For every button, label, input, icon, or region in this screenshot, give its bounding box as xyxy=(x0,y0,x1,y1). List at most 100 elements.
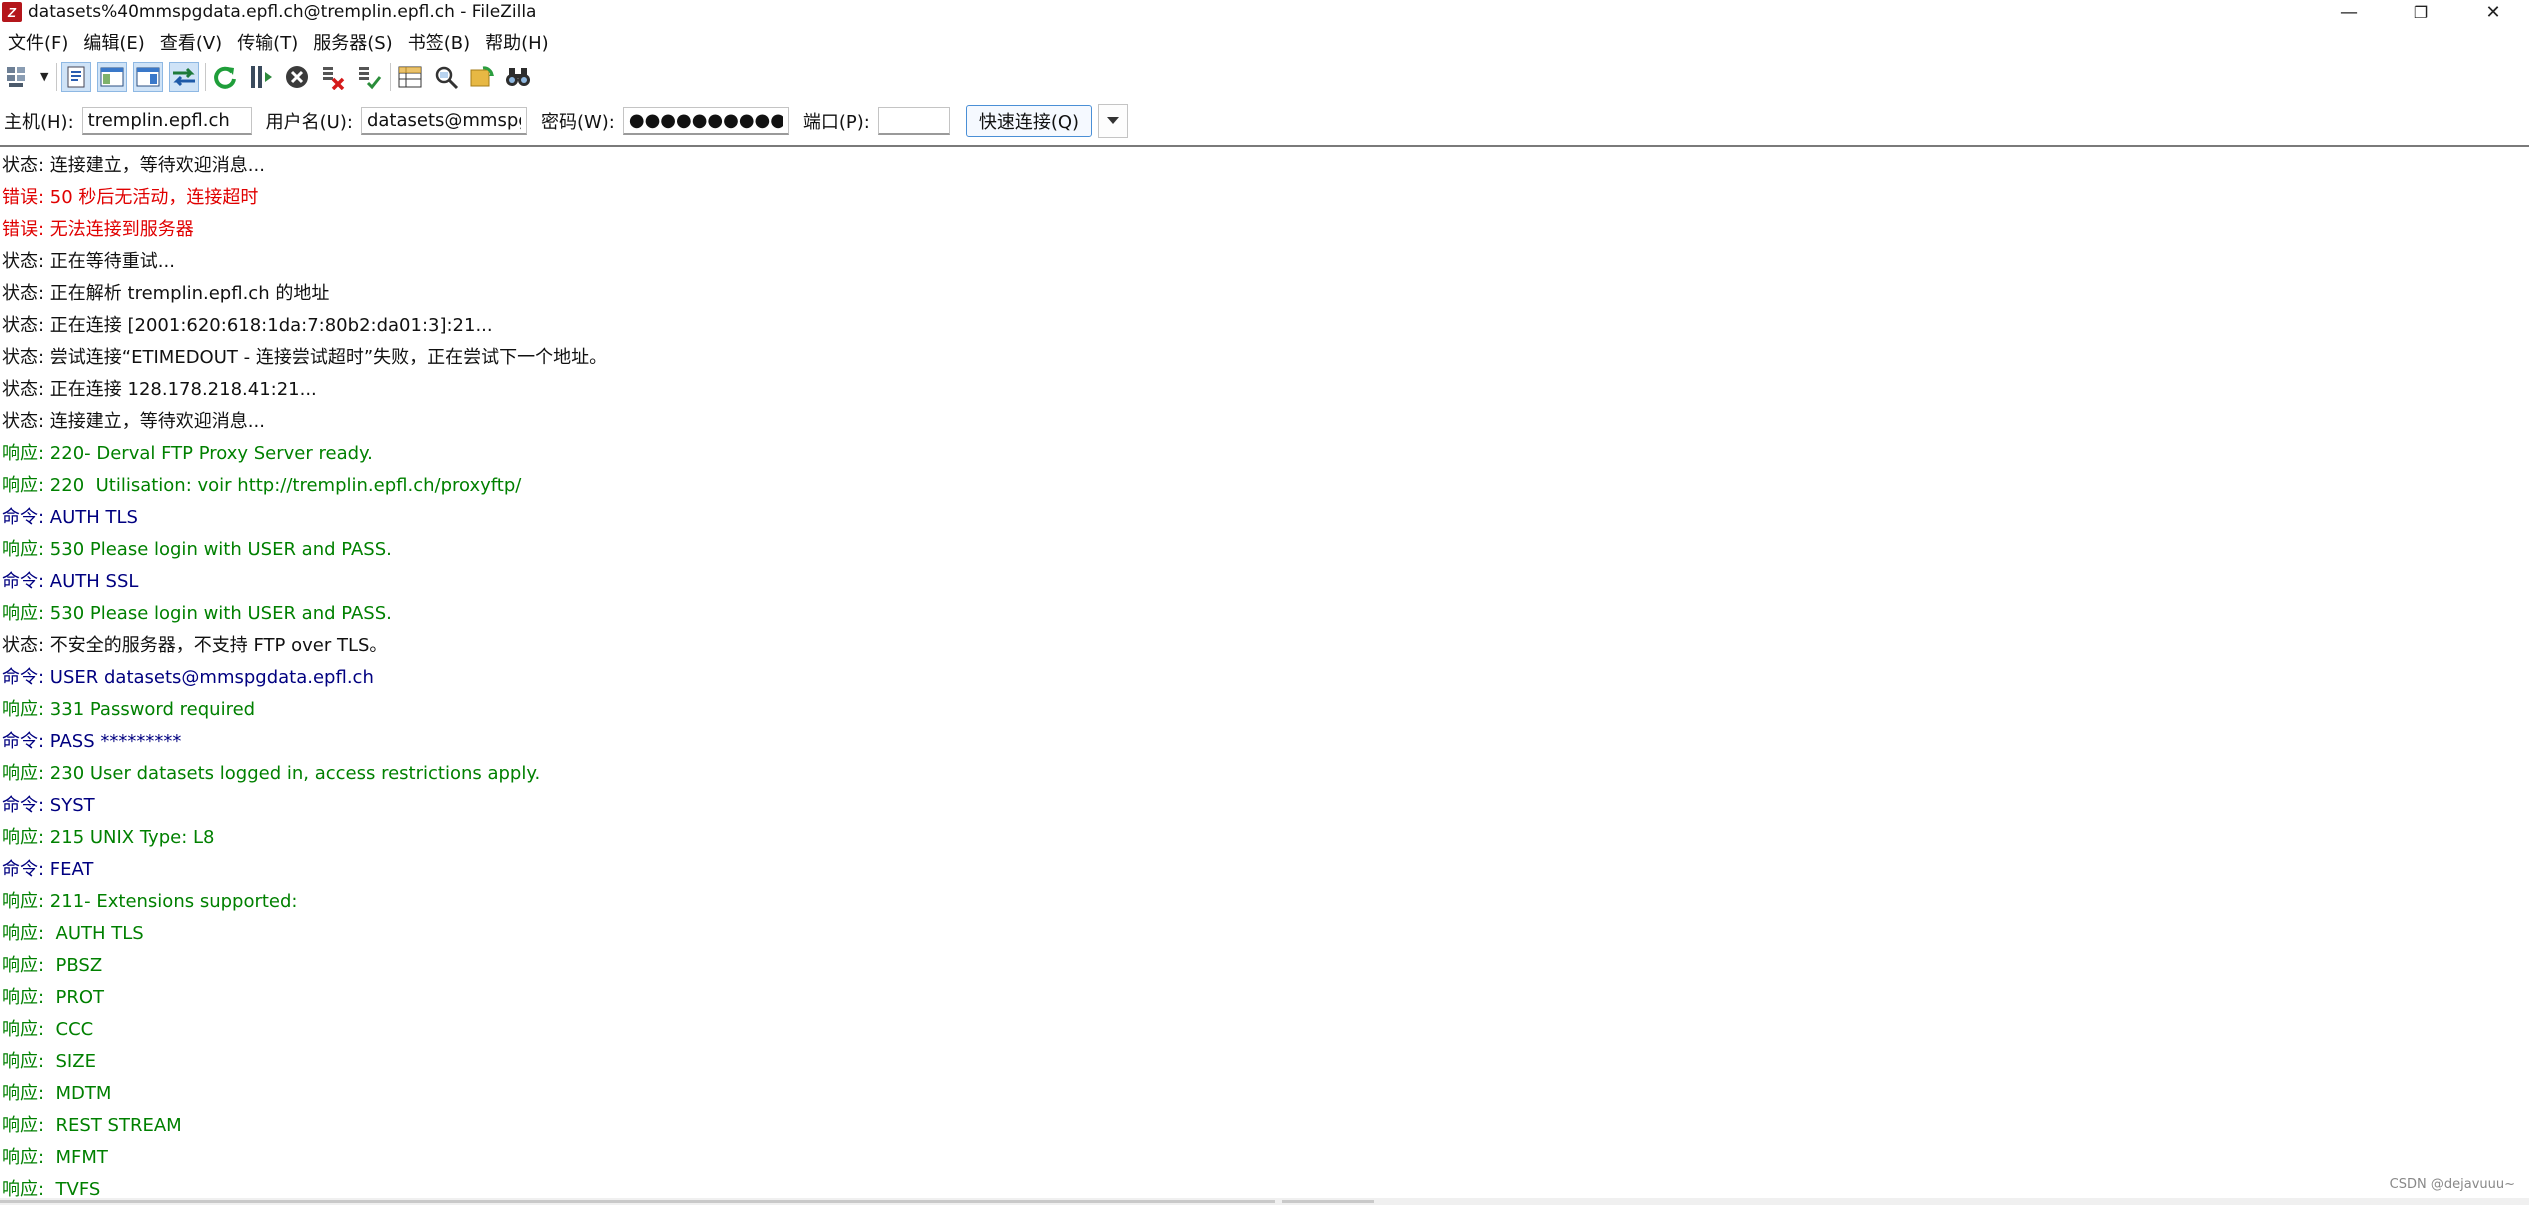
chevron-down-icon xyxy=(1107,117,1120,124)
port-label: 端口(P): xyxy=(802,112,870,133)
log-line-resp: 响应: 220- Derval FTP Proxy Server ready. xyxy=(2,443,373,464)
directory-listing-filters-button[interactable] xyxy=(395,62,425,92)
window-title: datasets%40mmspgdata.epfl.ch@tremplin.ep… xyxy=(28,2,537,22)
toggle-remote-tree-icon xyxy=(136,67,160,86)
log-line-status: 状态: 正在连接 [2001:620:618:1da:7:80b2:da01:3… xyxy=(2,315,493,336)
host-label: 主机(H): xyxy=(4,112,74,133)
window-controls: — ❐ ✕ xyxy=(2313,0,2529,24)
disconnect-button[interactable] xyxy=(318,62,348,92)
log-line-resp: 响应: CCC xyxy=(2,1019,94,1040)
watermark: CSDN @dejavuuu~ xyxy=(2389,1177,2515,1192)
scrollbar-thumb[interactable] xyxy=(1282,1200,1374,1203)
quickconnect-history-dropdown[interactable] xyxy=(1098,104,1129,138)
site-manager-dropdown-icon[interactable]: ▼ xyxy=(40,70,48,83)
log-line-resp: 响应: TVFS xyxy=(2,1179,101,1198)
close-icon: ✕ xyxy=(2485,1,2501,23)
host-input[interactable] xyxy=(81,107,252,135)
log-line-resp: 响应: MFMT xyxy=(2,1147,108,1168)
log-line-status: 状态: 连接建立，等待欢迎消息... xyxy=(2,411,265,432)
minimize-icon: — xyxy=(2340,1,2358,23)
log-line-cmd: 命令: FEAT xyxy=(2,859,94,880)
log-line-status: 状态: 正在解析 tremplin.epfl.ch 的地址 xyxy=(2,283,330,304)
log-line-resp: 响应: SIZE xyxy=(2,1051,96,1072)
password-input[interactable] xyxy=(622,107,789,135)
menu-bookmarks[interactable]: 书签(B) xyxy=(404,29,481,55)
disconnect-icon xyxy=(323,66,345,90)
toggle-local-tree-button[interactable] xyxy=(97,61,128,92)
toggle-remote-tree-button[interactable] xyxy=(133,61,164,92)
log-line-resp: 响应: MDTM xyxy=(2,1083,112,1104)
minimize-button[interactable]: — xyxy=(2313,0,2385,24)
menu-transfer[interactable]: 传输(T) xyxy=(233,29,309,55)
process-queue-button[interactable] xyxy=(246,62,276,92)
title-bar: Z datasets%40mmspgdata.epfl.ch@tremplin.… xyxy=(0,0,2529,24)
log-line-error: 错误: 50 秒后无活动，连接超时 xyxy=(2,187,259,208)
quickconnect-bar: 主机(H): 用户名(U): 密码(W): 端口(P): 快速连接(Q) xyxy=(0,102,2529,140)
log-line-cmd: 命令: SYST xyxy=(2,795,95,816)
port-input[interactable] xyxy=(877,107,950,135)
log-line-resp: 响应: 230 User datasets logged in, access … xyxy=(2,763,541,784)
log-line-status: 状态: 尝试连接“ETIMEDOUT - 连接尝试超时”失败，正在尝试下一个地址… xyxy=(2,347,608,368)
password-label: 密码(W): xyxy=(540,112,615,133)
toggle-message-log-button[interactable] xyxy=(61,61,92,92)
reconnect-button[interactable] xyxy=(354,62,384,92)
username-input[interactable] xyxy=(360,107,527,135)
log-line-cmd: 命令: PASS ********* xyxy=(2,731,182,752)
menu-help[interactable]: 帮助(H) xyxy=(481,29,560,55)
toolbar-separator xyxy=(205,62,207,91)
filezilla-logo-icon: Z xyxy=(2,2,22,22)
cancel-operation-icon xyxy=(286,65,309,88)
log-line-resp: 响应: PROT xyxy=(2,987,105,1008)
log-line-resp: 响应: 220 Utilisation: voir http://trempli… xyxy=(2,475,522,496)
search-remote-files-icon xyxy=(506,67,531,86)
log-line-resp: 响应: 211- Extensions supported: xyxy=(2,891,298,912)
log-line-status: 状态: 正在连接 128.178.218.41:21... xyxy=(2,379,317,400)
menu-server[interactable]: 服务器(S) xyxy=(309,29,403,55)
search-remote-files-button[interactable] xyxy=(503,62,533,92)
log-line-resp: 响应: 331 Password required xyxy=(2,699,256,720)
log-line-resp: 响应: 530 Please login with USER and PASS. xyxy=(2,539,392,560)
synchronized-browsing-icon xyxy=(470,65,495,86)
directory-listing-filters-icon xyxy=(398,66,422,87)
log-line-error: 错误: 无法连接到服务器 xyxy=(2,219,194,240)
reconnect-icon xyxy=(359,66,382,89)
log-line-resp: 响应: REST STREAM xyxy=(2,1115,182,1136)
refresh-icon xyxy=(214,66,237,89)
message-log[interactable]: 状态: 连接建立，等待欢迎消息... 错误: 50 秒后无活动，连接超时 错误: 无… xyxy=(0,148,2529,1198)
process-queue-icon xyxy=(251,65,273,88)
log-line-resp: 响应: 530 Please login with USER and PASS. xyxy=(2,603,392,624)
cancel-operation-button[interactable] xyxy=(282,62,312,92)
log-line-resp: 响应: 215 UNIX Type: L8 xyxy=(2,827,215,848)
scrollbar-thumb[interactable] xyxy=(0,1200,1275,1203)
log-line-cmd: 命令: AUTH SSL xyxy=(2,571,139,592)
log-line-status: 状态: 连接建立，等待欢迎消息... xyxy=(2,155,265,176)
directory-comparison-icon xyxy=(436,66,459,89)
toggle-local-tree-icon xyxy=(100,67,124,86)
log-line-cmd: 命令: AUTH TLS xyxy=(2,507,138,528)
pane-divider xyxy=(0,145,2529,147)
toolbar-separator xyxy=(56,62,58,91)
toggle-transfer-queue-button[interactable] xyxy=(169,61,200,92)
log-line-resp: 响应: AUTH TLS xyxy=(2,923,144,944)
restore-button[interactable]: ❐ xyxy=(2385,0,2457,24)
toggle-message-log-icon xyxy=(67,66,85,87)
menu-edit[interactable]: 编辑(E) xyxy=(79,29,155,55)
quickconnect-button[interactable]: 快速连接(Q) xyxy=(965,105,1093,137)
log-line-status: 状态: 不安全的服务器，不支持 FTP over TLS。 xyxy=(2,635,388,656)
synchronized-browsing-button[interactable] xyxy=(467,62,497,92)
site-manager-button[interactable] xyxy=(4,62,34,92)
directory-comparison-button[interactable] xyxy=(431,62,461,92)
refresh-button[interactable] xyxy=(210,62,240,92)
menu-bar: 文件(F) 编辑(E) 查看(V) 传输(T) 服务器(S) 书签(B) 帮助(… xyxy=(0,27,560,57)
close-button[interactable]: ✕ xyxy=(2457,0,2529,24)
menu-file[interactable]: 文件(F) xyxy=(4,29,79,55)
log-line-status: 状态: 正在等待重试... xyxy=(2,251,175,272)
log-line-cmd: 命令: USER datasets@mmspgdata.epfl.ch xyxy=(2,667,374,688)
toolbar: ▼ xyxy=(0,58,2529,95)
toggle-transfer-queue-icon xyxy=(173,67,196,86)
site-manager-icon xyxy=(7,66,25,87)
username-label: 用户名(U): xyxy=(265,112,353,133)
restore-icon: ❐ xyxy=(2413,2,2429,22)
log-line-resp: 响应: PBSZ xyxy=(2,955,103,976)
menu-view[interactable]: 查看(V) xyxy=(156,29,233,55)
